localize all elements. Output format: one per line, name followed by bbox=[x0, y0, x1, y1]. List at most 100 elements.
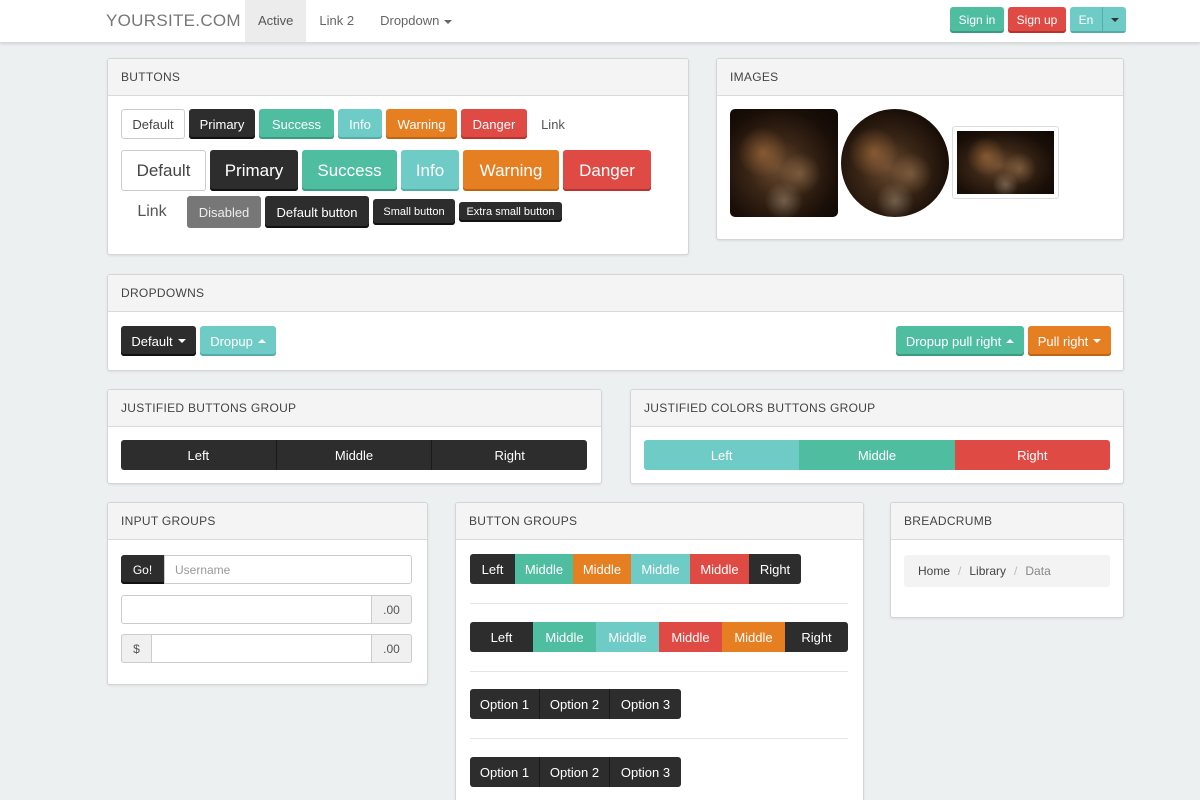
dollar-addon: $ bbox=[121, 634, 151, 663]
group-middle-button[interactable]: Middle bbox=[722, 622, 785, 652]
panel-title: BUTTONS bbox=[108, 59, 688, 96]
option-1-button[interactable]: Option 1 bbox=[470, 689, 540, 719]
dropup-pull-right-label: Dropup pull right bbox=[905, 333, 1002, 349]
justified-colors-left-button[interactable]: Left bbox=[644, 440, 800, 470]
circle-image bbox=[841, 109, 949, 217]
warning-button-large[interactable]: Warning bbox=[463, 150, 559, 191]
button-group-1: Left Middle Middle Middle Middle Right bbox=[470, 554, 801, 584]
group-right-button[interactable]: Right bbox=[749, 554, 801, 584]
breadcrumb-separator: / bbox=[1014, 564, 1018, 578]
caret-down-icon bbox=[177, 339, 186, 343]
success-button[interactable]: Success bbox=[259, 109, 334, 139]
group-middle-button[interactable]: Middle bbox=[596, 622, 659, 652]
breadcrumb-library[interactable]: Library bbox=[969, 564, 1006, 578]
option-2-button[interactable]: Option 2 bbox=[540, 757, 610, 787]
justified-colors-right-button[interactable]: Right bbox=[954, 440, 1110, 470]
breadcrumb: Home / Library / Data bbox=[904, 555, 1110, 587]
default-dropdown-button[interactable]: Default bbox=[121, 326, 196, 356]
panel-title: JUSTIFIED COLORS BUTTONS GROUP bbox=[631, 390, 1123, 427]
sign-up-button[interactable]: Sign up bbox=[1008, 7, 1066, 33]
group-left-button[interactable]: Left bbox=[470, 554, 515, 584]
panel-title: IMAGES bbox=[717, 59, 1123, 96]
default-size-button[interactable]: Default button bbox=[265, 196, 369, 228]
dropup-button[interactable]: Dropup bbox=[200, 326, 276, 356]
nav-link-2[interactable]: Link 2 bbox=[306, 0, 367, 42]
danger-button-large[interactable]: Danger bbox=[563, 150, 651, 191]
images-panel: IMAGES bbox=[716, 58, 1124, 240]
pull-right-label: Pull right bbox=[1037, 333, 1089, 349]
thumbnail-photo bbox=[957, 131, 1054, 194]
extra-small-button[interactable]: Extra small button bbox=[459, 202, 562, 222]
primary-button[interactable]: Primary bbox=[189, 109, 255, 139]
cents-addon: .00 bbox=[372, 634, 412, 663]
group-middle-button[interactable]: Middle bbox=[573, 554, 631, 584]
go-button[interactable]: Go! bbox=[121, 555, 164, 584]
default-button[interactable]: Default bbox=[121, 109, 185, 139]
panel-title: DROPDOWNS bbox=[108, 275, 1123, 312]
option-2-button[interactable]: Option 2 bbox=[540, 689, 610, 719]
group-left-button[interactable]: Left bbox=[470, 622, 533, 652]
small-button[interactable]: Small button bbox=[373, 199, 455, 225]
group-middle-button[interactable]: Middle bbox=[690, 554, 749, 584]
option-group-2: Option 1 Option 2 Option 3 bbox=[470, 757, 681, 787]
panel-title: BREADCRUMB bbox=[891, 503, 1123, 540]
info-button[interactable]: Info bbox=[338, 109, 382, 139]
panel-title: INPUT GROUPS bbox=[108, 503, 427, 540]
danger-button[interactable]: Danger bbox=[461, 109, 527, 139]
success-button-large[interactable]: Success bbox=[302, 150, 397, 191]
breadcrumb-separator: / bbox=[958, 564, 962, 578]
amount-input[interactable] bbox=[121, 595, 372, 624]
username-input[interactable]: Username bbox=[164, 555, 412, 584]
default-button-large[interactable]: Default bbox=[121, 150, 206, 191]
brand-logo[interactable]: YOURSITE.COM bbox=[106, 11, 241, 31]
username-input-group: Go! Username bbox=[121, 555, 412, 584]
justified-middle-button[interactable]: Middle bbox=[276, 440, 433, 470]
cents-addon: .00 bbox=[372, 595, 412, 624]
nav-active[interactable]: Active bbox=[245, 0, 307, 42]
buttons-row-regular: Default Primary Success Info Warning Dan… bbox=[121, 109, 575, 139]
currency-input-group: $ .00 bbox=[121, 634, 412, 663]
caret-up-icon bbox=[257, 339, 266, 343]
language-button[interactable]: En bbox=[1070, 7, 1102, 33]
group-middle-button[interactable]: Middle bbox=[515, 554, 573, 584]
justified-colors-middle-button[interactable]: Middle bbox=[799, 440, 955, 470]
panel-title: BUTTON GROUPS bbox=[456, 503, 863, 540]
caret-down-icon bbox=[1110, 18, 1119, 22]
justified-right-button[interactable]: Right bbox=[432, 440, 587, 470]
caret-up-icon bbox=[1006, 339, 1015, 343]
dropdowns-panel: DROPDOWNS Default Dropup Dropup pull rig… bbox=[107, 274, 1124, 371]
nav-dropdown-label: Dropdown bbox=[380, 13, 440, 28]
dropup-label: Dropup bbox=[210, 333, 253, 349]
justified-button-group: Left Middle Right bbox=[121, 440, 587, 470]
option-1-button[interactable]: Option 1 bbox=[470, 757, 540, 787]
buttons-panel: BUTTONS Default Primary Success Info War… bbox=[107, 58, 689, 255]
link-button-large[interactable]: Link bbox=[121, 196, 183, 228]
warning-button[interactable]: Warning bbox=[386, 109, 457, 139]
buttons-row-sizes: Link Disabled Default button Small butto… bbox=[121, 196, 562, 228]
group-right-button[interactable]: Right bbox=[785, 622, 848, 652]
justified-colors-button-group: Left Middle Right bbox=[644, 440, 1110, 470]
nav-dropdown[interactable]: Dropdown bbox=[367, 0, 465, 42]
breadcrumb-home[interactable]: Home bbox=[918, 564, 950, 578]
info-button-large[interactable]: Info bbox=[401, 150, 459, 191]
dropup-pull-right-button[interactable]: Dropup pull right bbox=[896, 326, 1024, 356]
justified-left-button[interactable]: Left bbox=[121, 440, 277, 470]
main-nav: Active Link 2 Dropdown bbox=[245, 0, 465, 42]
panel-title: JUSTIFIED BUTTONS GROUP bbox=[108, 390, 601, 427]
option-3-button[interactable]: Option 3 bbox=[610, 757, 681, 787]
currency-input[interactable] bbox=[151, 634, 372, 663]
option-group-1: Option 1 Option 2 Option 3 bbox=[470, 689, 681, 719]
option-3-button[interactable]: Option 3 bbox=[610, 689, 681, 719]
group-middle-button[interactable]: Middle bbox=[659, 622, 722, 652]
pull-right-button[interactable]: Pull right bbox=[1028, 326, 1111, 356]
button-group-2: Left Middle Middle Middle Middle Right bbox=[470, 622, 848, 652]
language-toggle[interactable] bbox=[1102, 7, 1126, 33]
sign-in-button[interactable]: Sign in bbox=[950, 7, 1004, 33]
link-button[interactable]: Link bbox=[531, 109, 575, 139]
dropdown-label: Default bbox=[131, 333, 173, 349]
group-middle-button[interactable]: Middle bbox=[631, 554, 690, 584]
group-middle-button[interactable]: Middle bbox=[533, 622, 596, 652]
primary-button-large[interactable]: Primary bbox=[210, 150, 298, 191]
divider bbox=[470, 671, 848, 672]
justified-group-panel: JUSTIFIED BUTTONS GROUP Left Middle Righ… bbox=[107, 389, 602, 484]
